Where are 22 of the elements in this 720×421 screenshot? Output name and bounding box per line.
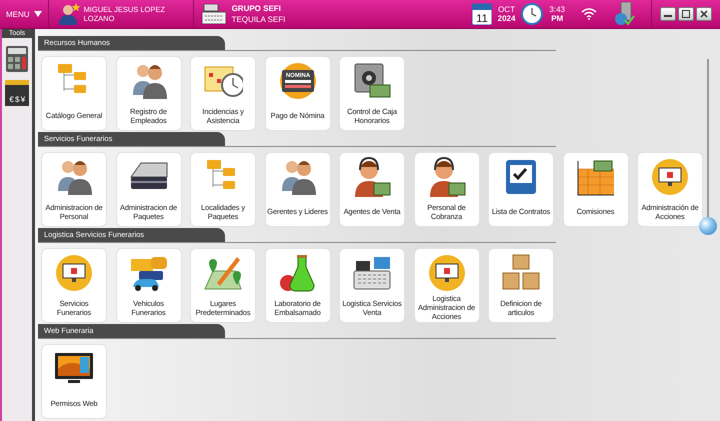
- cash-register-icon: [202, 4, 226, 24]
- user-avatar-icon: [56, 3, 81, 25]
- calculator-icon[interactable]: [6, 46, 28, 72]
- branch-name: TEQUILA SEFI: [232, 14, 286, 25]
- server-globe-icon: [613, 2, 635, 26]
- maximize-icon: [682, 10, 690, 18]
- minimize-button[interactable]: [660, 7, 676, 21]
- date-text: OCT 2024: [498, 5, 516, 23]
- time-text: 3:43 PM: [549, 5, 565, 23]
- calendar-icon: 11: [472, 3, 492, 25]
- menu-button[interactable]: MENU: [0, 0, 49, 28]
- close-icon: [700, 10, 708, 18]
- currency-exchange-button[interactable]: € $ ¥: [5, 80, 29, 106]
- wifi-icon: [581, 8, 597, 20]
- maximize-button[interactable]: [678, 7, 694, 21]
- caret-icon: [34, 11, 42, 17]
- company-name: GRUPO SEFI: [232, 3, 282, 14]
- flask-icon: [278, 253, 318, 293]
- scrollbar-thumb[interactable]: [699, 217, 717, 235]
- headset-agent-icon: [352, 157, 392, 197]
- close-button[interactable]: [696, 7, 712, 21]
- clock-icon: [521, 3, 544, 25]
